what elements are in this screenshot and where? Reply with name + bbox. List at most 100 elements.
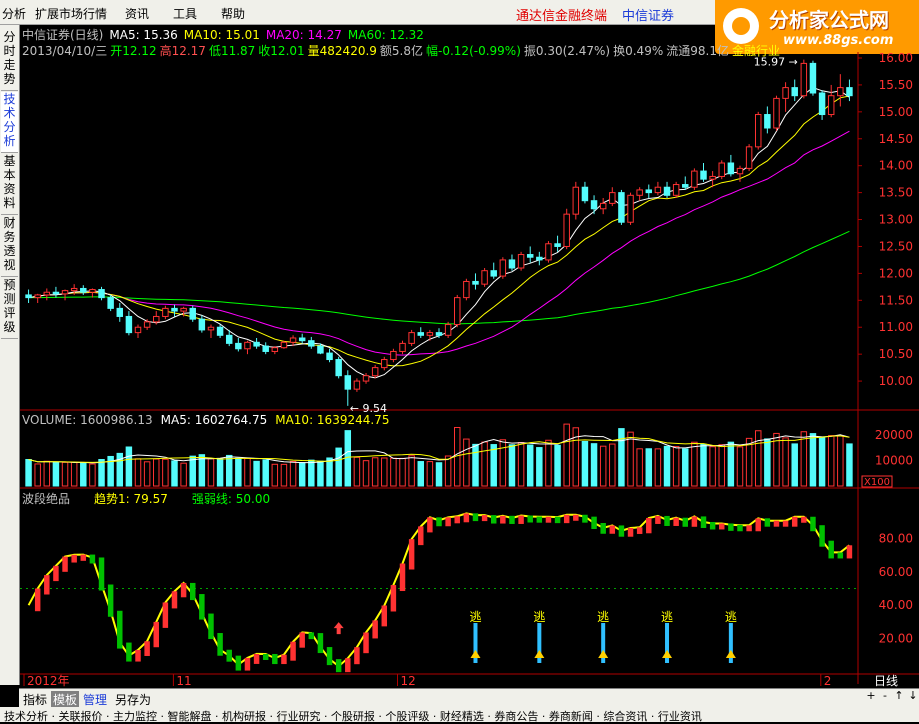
scroll-down-icon[interactable]: ↓ <box>907 690 919 702</box>
candle-body <box>554 243 561 247</box>
sell-signal-label: 逃 <box>533 610 545 624</box>
trend-up-bar <box>646 517 652 534</box>
indicator-button[interactable]: 指标 <box>23 691 47 708</box>
sell-signal-label: 逃 <box>661 610 673 624</box>
volume-bar <box>627 431 634 487</box>
trend-up-bar <box>563 514 570 524</box>
volume-bar <box>554 444 561 487</box>
trend-up-bar <box>390 585 397 612</box>
trend-up-bar <box>636 527 643 534</box>
candle-body <box>70 287 78 292</box>
trend-up-bar <box>673 517 679 526</box>
volume-bar <box>225 454 233 487</box>
volume-tick-label: 10000 <box>875 454 913 468</box>
volume-bar <box>98 458 105 487</box>
trend-up-bar <box>454 516 460 524</box>
trend-down-bar <box>591 516 597 529</box>
candle-body <box>134 326 142 334</box>
candle-body <box>581 186 589 202</box>
ma60-line <box>28 230 850 325</box>
trend-down-bar <box>737 524 743 532</box>
candle-body <box>846 87 853 97</box>
stock-chart[interactable]: 10.00 10.50 11.00 11.50 12.00 12.50 13.00 13.50… <box>0 0 919 722</box>
candle-body <box>116 307 124 317</box>
trend-down-bar <box>554 516 561 524</box>
volume-bar <box>207 458 215 487</box>
candle-body <box>663 186 671 196</box>
price-tick-label: 10.00 <box>879 374 913 388</box>
volume-bar <box>408 455 415 487</box>
volume-bar <box>25 458 32 487</box>
volume-bar <box>381 457 388 487</box>
candle-body <box>691 170 698 188</box>
trend-down-bar <box>98 557 105 591</box>
trend-up-bar <box>627 527 634 537</box>
candle-body <box>52 291 60 295</box>
manage-button[interactable]: 管理 <box>83 691 107 708</box>
volume-bar <box>827 435 835 487</box>
trend-up-bar <box>71 554 77 563</box>
volume-bar <box>125 446 133 487</box>
trend-down-bar <box>764 518 771 527</box>
trend-up-bar <box>244 657 251 671</box>
candle-body <box>390 350 397 361</box>
volume-bar <box>745 437 753 487</box>
price-tick-label: 14.50 <box>879 132 913 146</box>
trend-down-bar <box>709 521 716 530</box>
trend-up-bar <box>135 649 141 662</box>
volume-bar <box>52 461 60 487</box>
trend-up-bar <box>162 602 169 628</box>
trend-up-bar <box>782 520 789 527</box>
trend-up-bar <box>53 565 59 582</box>
indicator-tick-label: 40.00 <box>879 598 913 612</box>
price-tick-label: 14.00 <box>879 159 913 173</box>
volume-bar <box>618 428 625 487</box>
high-price-annotation: 15.97 → <box>754 56 798 69</box>
volume-bar <box>800 431 808 487</box>
trend-down-bar <box>217 633 223 656</box>
trend-up-bar <box>180 582 187 598</box>
volume-bar <box>499 439 507 487</box>
volume-bar <box>508 444 516 487</box>
candle-body <box>672 184 680 196</box>
candle-body <box>180 307 187 312</box>
info-link-strip[interactable]: 技术分析 · 关联报价 · 主力监控 · 智能解盘 · 机构研报 · 行业研究 … <box>0 707 919 723</box>
save-as-button[interactable]: 另存为 <box>115 691 151 708</box>
sell-signal-marker-icon <box>534 650 545 658</box>
trend-down-bar <box>682 517 688 527</box>
trend-up-bar <box>354 647 360 665</box>
candle-body <box>317 345 324 354</box>
trend-down-bar <box>226 649 232 662</box>
volume-bar <box>289 460 297 487</box>
candle-body <box>517 254 525 269</box>
volume-bar <box>89 463 96 487</box>
volume-bar <box>280 463 288 487</box>
volume-bar <box>536 447 543 487</box>
trend-up-bar <box>719 523 725 530</box>
trend-up-bar <box>144 641 150 656</box>
zoom-in-icon[interactable]: + <box>865 690 877 702</box>
volume-bar <box>545 439 552 487</box>
candle-body <box>253 341 260 347</box>
trend-down-bar <box>527 515 533 523</box>
candle-body <box>298 337 306 342</box>
sell-signal-marker-icon <box>662 650 673 658</box>
volume-bar <box>262 459 269 487</box>
trend-up-bar <box>773 520 780 527</box>
volume-bar <box>371 457 379 487</box>
volume-bar <box>189 455 196 487</box>
volume-bar <box>645 448 653 487</box>
trend-up-bar <box>801 516 807 523</box>
trend-up-bar <box>80 554 87 561</box>
volume-bar <box>335 447 342 487</box>
scroll-up-icon[interactable]: ↑ <box>893 690 905 702</box>
candle-body <box>818 92 826 116</box>
trend-down-bar <box>600 522 606 534</box>
template-button[interactable]: 模板 <box>51 691 80 708</box>
zoom-out-icon[interactable]: - <box>879 690 891 702</box>
candle-body <box>143 321 151 328</box>
volume-bar <box>837 435 844 487</box>
trend-down-bar <box>107 584 114 617</box>
trend-up-bar <box>746 525 752 532</box>
ma20-line <box>28 130 850 356</box>
